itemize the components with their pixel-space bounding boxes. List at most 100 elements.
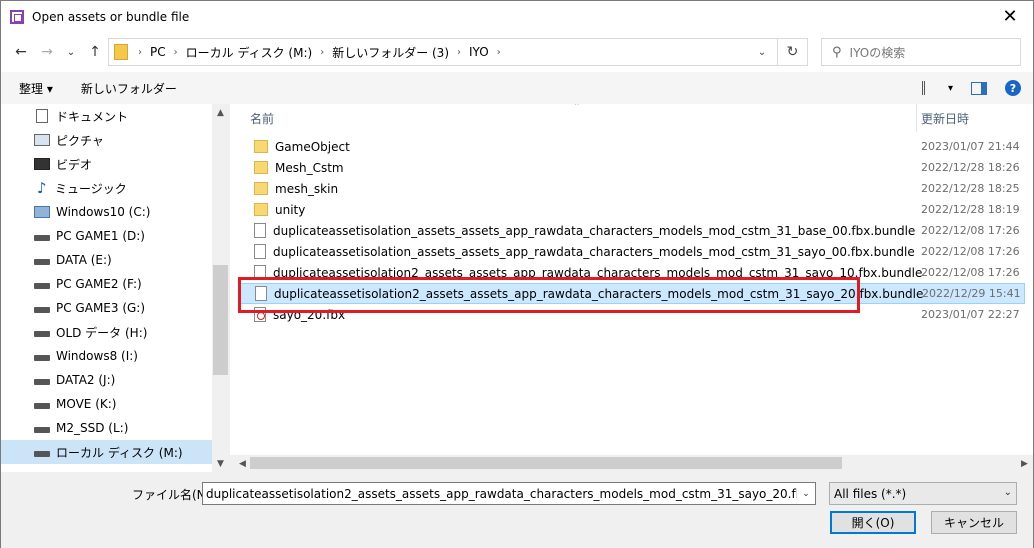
sidebar-item-label: ピクチャ [56,133,104,148]
sidebar-item-label: PC GAME1 (D:) [56,229,145,243]
new-folder-button[interactable]: 新しいフォルダー [81,80,177,97]
address-dropdown-button[interactable]: ⌄ [749,39,775,65]
refresh-button[interactable]: ↻ [777,39,807,65]
sidebar-item-label: OLD データ (H:) [56,325,148,340]
sidebar-item[interactable]: DATA (E:) [1,248,212,272]
file-name: duplicateassetisolation_assets_assets_ap… [273,244,915,259]
filetype-select[interactable]: All files (*.*) ⌄ [829,482,1017,505]
open-button[interactable]: 開く(O) [830,511,916,534]
chevron-right-icon: › [320,46,325,58]
recent-locations-button[interactable]: ⌄ [61,42,81,62]
drive-icon [34,307,50,313]
filename-value: duplicateassetisolation2_assets_assets_a… [206,486,816,501]
sidebar-item[interactable]: ピクチャ [1,128,212,152]
sidebar-item-label: PC GAME2 (F:) [56,277,142,291]
file-name: mesh_skin [275,181,339,196]
drive-icon [34,403,50,409]
help-icon[interactable]: ? [1005,80,1021,96]
scroll-up-button[interactable]: ▲ [212,104,229,121]
search-input[interactable]: ⚲ IYOの検索 [821,38,1021,66]
column-header-name[interactable]: 名前 [250,104,274,132]
sidebar-item[interactable]: DATA2 (J:) [1,368,212,392]
up-button[interactable]: ↑ [85,42,105,62]
breadcrumb-folder[interactable]: 新しいフォルダー (3) [328,44,453,61]
preview-pane-icon[interactable] [971,81,987,95]
scrollbar-thumb[interactable] [213,265,228,375]
close-button[interactable]: ✕ [987,1,1033,32]
sidebar-item-label: DATA2 (J:) [56,373,116,387]
sidebar-item-label: ローカル ディスク (M:) [56,445,183,460]
chevron-right-icon: › [496,46,501,58]
sidebar-item[interactable]: ♪ ミュージック [1,176,212,200]
file-row[interactable]: mesh_skin 2022/12/28 18:25 [238,178,1025,199]
video-icon [34,158,50,170]
sidebar-item-label: MOVE (K:) [56,397,117,411]
filename-dropdown-button[interactable]: ⌄ [797,483,815,504]
search-icon: ⚲ [832,44,842,60]
windows-drive-icon [34,206,50,218]
scroll-down-button[interactable]: ▼ [212,455,229,472]
file-icon [254,244,266,259]
title-bar: Open assets or bundle file ✕ [1,1,1033,32]
folder-icon [254,161,268,174]
file-list-hscrollbar[interactable]: ◀ ▶ [230,455,1033,472]
document-icon [36,109,48,123]
file-row[interactable]: unity 2022/12/28 18:19 [238,199,1025,220]
file-date: 2022/12/08 17:26 [921,245,1020,258]
sidebar-item-label: DATA (E:) [56,253,112,267]
sidebar-item[interactable]: ビデオ [1,152,212,176]
chevron-right-icon: › [138,46,142,58]
file-name: Mesh_Cstm [275,160,344,175]
file-icon [254,223,266,238]
file-date: 2022/12/08 17:26 [921,224,1020,237]
sidebar-item[interactable]: M2_SSD (L:) [1,416,212,440]
scroll-left-button[interactable]: ◀ [234,455,251,472]
column-divider[interactable] [916,104,917,132]
scrollbar-thumb[interactable] [250,457,842,469]
drive-icon [34,451,50,457]
address-bar[interactable]: › PC › ローカル ディスク (M:) › 新しいフォルダー (3) › I… [108,38,808,66]
navigation-pane: ドキュメント ピクチャビデオ ♪ ミュージック Windows10 (C:) PC GAM… [1,104,229,472]
back-button[interactable]: ← [11,42,31,62]
sidebar-item-label: ミュージック [55,181,127,196]
sidebar-item[interactable]: MOVE (K:) [1,392,212,416]
file-date: 2022/12/28 18:25 [921,182,1020,195]
organize-button[interactable]: 整理 ▾ [19,80,53,97]
drive-icon [34,235,50,241]
breadcrumb-current[interactable]: IYO [465,45,493,59]
sidebar-item[interactable]: Windows10 (C:) [1,200,212,224]
sidebar-item[interactable]: PC GAME3 (G:) [1,296,212,320]
drive-icon [34,355,50,361]
file-row[interactable]: duplicateassetisolation_assets_assets_ap… [238,241,1025,262]
drive-icon [34,427,50,433]
drive-icon [34,379,50,385]
column-header-date[interactable]: 更新日時 [921,104,969,132]
file-row[interactable]: GameObject 2023/01/07 21:44 [238,136,1025,157]
breadcrumb-drive[interactable]: ローカル ディスク (M:) [182,44,317,61]
filename-input[interactable]: duplicateassetisolation2_assets_assets_a… [202,482,816,505]
chevron-down-icon: ⌄ [1003,487,1012,498]
sidebar-item[interactable]: Windows8 (I:) [1,344,212,368]
scroll-right-button[interactable]: ▶ [1016,455,1033,472]
chevron-right-icon: › [457,46,462,58]
sidebar-item-label: Windows8 (I:) [56,349,138,363]
forward-button[interactable]: → [37,42,57,62]
sidebar-item[interactable]: PC GAME2 (F:) [1,272,212,296]
view-options-dropdown[interactable]: ▾ [948,83,953,94]
sidebar-item[interactable]: ローカル ディスク (M:) [1,440,212,464]
sidebar-scrollbar[interactable]: ▲ ▼ [212,104,229,472]
sidebar-item[interactable]: ドキュメント [1,104,212,128]
sidebar-item-label: PC GAME3 (G:) [56,301,146,315]
cancel-button[interactable]: キャンセル [931,511,1017,534]
file-row[interactable]: duplicateassetisolation_assets_assets_ap… [238,220,1025,241]
sidebar-item-label: ドキュメント [56,109,129,124]
sidebar-item[interactable]: OLD データ (H:) [1,320,212,344]
file-row[interactable]: Mesh_Cstm 2022/12/28 18:26 [238,157,1025,178]
file-date: 2023/01/07 22:27 [921,308,1020,321]
folder-icon [254,203,268,216]
sort-ascending-icon: ⌃ [573,104,581,112]
breadcrumb-pc[interactable]: PC [146,45,170,59]
sidebar-item[interactable]: PC GAME1 (D:) [1,224,212,248]
view-options-icon[interactable] [921,81,942,95]
file-name: unity [275,202,306,217]
